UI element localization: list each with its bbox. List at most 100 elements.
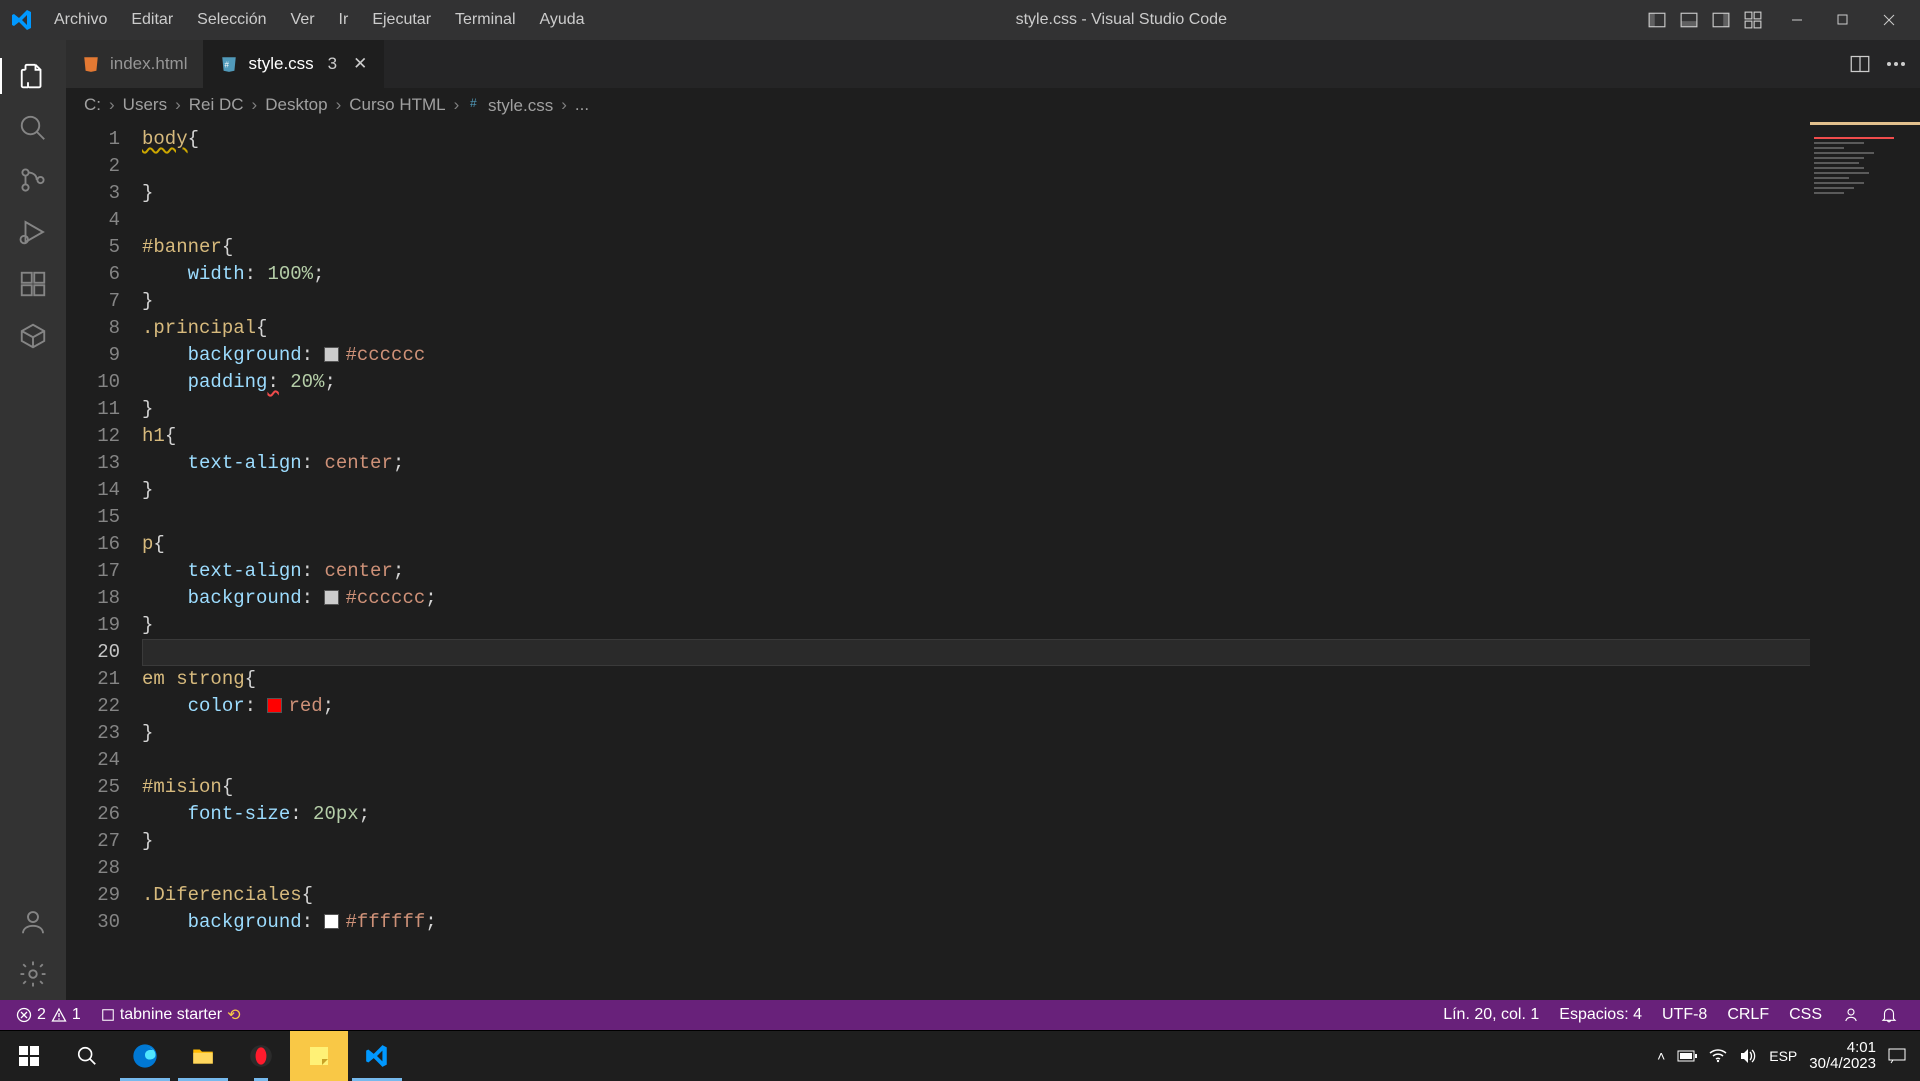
status-language[interactable]: CSS xyxy=(1779,1006,1832,1024)
taskbar-opera-icon[interactable] xyxy=(232,1031,290,1081)
code-line[interactable] xyxy=(142,207,1920,234)
code-line[interactable] xyxy=(142,855,1920,882)
breadcrumb-segment[interactable]: ... xyxy=(575,95,589,115)
split-editor-icon[interactable] xyxy=(1850,54,1870,74)
code-line[interactable]: } xyxy=(142,180,1920,207)
taskbar-vscode-icon[interactable] xyxy=(348,1031,406,1081)
code-line[interactable]: } xyxy=(142,288,1920,315)
code-line[interactable]: text-align: center; xyxy=(142,450,1920,477)
status-eol[interactable]: CRLF xyxy=(1717,1006,1779,1024)
code-line[interactable] xyxy=(142,639,1920,666)
code-line[interactable]: background: #cccccc xyxy=(142,342,1920,369)
breadcrumb-segment[interactable]: Curso HTML xyxy=(349,95,445,115)
code-line[interactable]: p{ xyxy=(142,531,1920,558)
code-line[interactable] xyxy=(142,747,1920,774)
code-line[interactable]: color: red; xyxy=(142,693,1920,720)
breadcrumb-segment[interactable]: # style.css xyxy=(467,95,553,116)
tray-battery-icon[interactable] xyxy=(1677,1050,1697,1062)
minimize-button[interactable] xyxy=(1774,0,1820,40)
tray-action-center-icon[interactable] xyxy=(1888,1048,1906,1064)
code-line[interactable]: .principal{ xyxy=(142,315,1920,342)
code-line[interactable]: padding: 20%; xyxy=(142,369,1920,396)
code-content[interactable]: body{ } #banner{ width: 100%;}.principal… xyxy=(142,122,1920,1000)
taskbar-edge-icon[interactable] xyxy=(116,1031,174,1081)
run-debug-icon[interactable] xyxy=(13,206,53,258)
breadcrumb-segment[interactable]: Desktop xyxy=(265,95,327,115)
code-line[interactable]: } xyxy=(142,720,1920,747)
start-button[interactable] xyxy=(0,1031,58,1081)
toggle-secondary-sidebar-icon[interactable] xyxy=(1710,9,1732,31)
status-encoding[interactable]: UTF-8 xyxy=(1652,1006,1717,1024)
remote-explorer-icon[interactable] xyxy=(13,310,53,362)
css-file-icon: # xyxy=(220,55,238,73)
menu-ir[interactable]: Ir xyxy=(327,5,361,35)
code-line[interactable]: body{ xyxy=(142,126,1920,153)
menu-ayuda[interactable]: Ayuda xyxy=(528,5,597,35)
code-line[interactable]: width: 100%; xyxy=(142,261,1920,288)
status-feedback-icon[interactable] xyxy=(1832,1006,1870,1024)
code-line[interactable]: #mision{ xyxy=(142,774,1920,801)
tray-volume-icon[interactable] xyxy=(1739,1048,1757,1064)
status-indentation[interactable]: Espacios: 4 xyxy=(1549,1006,1652,1024)
code-line[interactable]: text-align: center; xyxy=(142,558,1920,585)
settings-gear-icon[interactable] xyxy=(13,948,53,1000)
code-line[interactable]: } xyxy=(142,612,1920,639)
maximize-button[interactable] xyxy=(1820,0,1866,40)
code-line[interactable]: font-size: 20px; xyxy=(142,801,1920,828)
html-file-icon xyxy=(82,55,100,73)
warning-count: 1 xyxy=(72,1006,81,1024)
menu-editar[interactable]: Editar xyxy=(119,5,185,35)
tray-wifi-icon[interactable] xyxy=(1709,1049,1727,1063)
search-icon[interactable] xyxy=(13,102,53,154)
taskbar-sticky-notes-icon[interactable] xyxy=(290,1031,348,1081)
vscode-logo-icon xyxy=(8,6,36,34)
window-controls xyxy=(1774,0,1912,40)
svg-text:#: # xyxy=(470,96,477,110)
status-problems[interactable]: 2 1 xyxy=(6,1006,91,1024)
breadcrumb-segment[interactable]: Users xyxy=(123,95,167,115)
toggle-primary-sidebar-icon[interactable] xyxy=(1646,9,1668,31)
breadcrumb-segment[interactable]: C: xyxy=(84,95,101,115)
source-control-icon[interactable] xyxy=(13,154,53,206)
code-line[interactable] xyxy=(142,153,1920,180)
accounts-icon[interactable] xyxy=(13,896,53,948)
code-line[interactable]: em strong{ xyxy=(142,666,1920,693)
toggle-panel-icon[interactable] xyxy=(1678,9,1700,31)
menu-archivo[interactable]: Archivo xyxy=(42,5,119,35)
tray-show-hidden-icon[interactable]: ˄ xyxy=(1657,1048,1665,1064)
code-line[interactable] xyxy=(142,504,1920,531)
more-actions-icon[interactable] xyxy=(1886,61,1906,67)
breadcrumb[interactable]: C:›Users›Rei DC›Desktop›Curso HTML›# sty… xyxy=(66,88,1920,122)
status-tabnine[interactable]: tabnine starter ⟲ xyxy=(91,1005,251,1025)
code-line[interactable]: h1{ xyxy=(142,423,1920,450)
menu-bar: ArchivoEditarSelecciónVerIrEjecutarTermi… xyxy=(42,5,597,35)
tab-style-css[interactable]: #style.css3✕ xyxy=(204,40,384,88)
code-line[interactable]: } xyxy=(142,396,1920,423)
status-notifications-icon[interactable] xyxy=(1870,1006,1908,1024)
tray-clock[interactable]: 4:01 30/4/2023 xyxy=(1809,1040,1876,1072)
close-tab-icon[interactable]: ✕ xyxy=(353,54,367,74)
code-line[interactable]: #banner{ xyxy=(142,234,1920,261)
breadcrumb-segment[interactable]: Rei DC xyxy=(189,95,244,115)
minimap[interactable] xyxy=(1810,122,1920,1000)
customize-layout-icon[interactable] xyxy=(1742,9,1764,31)
editor-layout-controls xyxy=(1646,9,1764,31)
close-button[interactable] xyxy=(1866,0,1912,40)
taskbar-file-explorer-icon[interactable] xyxy=(174,1031,232,1081)
tray-input-language[interactable]: ESP xyxy=(1769,1048,1797,1064)
status-cursor-position[interactable]: Lín. 20, col. 1 xyxy=(1433,1006,1549,1024)
tab-index-html[interactable]: index.html xyxy=(66,40,204,88)
code-line[interactable]: background: #ffffff; xyxy=(142,909,1920,936)
explorer-icon[interactable] xyxy=(13,50,53,102)
code-line[interactable]: background: #cccccc; xyxy=(142,585,1920,612)
taskbar-search-icon[interactable] xyxy=(58,1031,116,1081)
menu-terminal[interactable]: Terminal xyxy=(443,5,527,35)
menu-ver[interactable]: Ver xyxy=(279,5,327,35)
code-line[interactable]: .Diferenciales{ xyxy=(142,882,1920,909)
code-line[interactable]: } xyxy=(142,477,1920,504)
code-line[interactable]: } xyxy=(142,828,1920,855)
editor[interactable]: 1234567891011121314151617181920212223242… xyxy=(66,122,1920,1000)
menu-ejecutar[interactable]: Ejecutar xyxy=(360,5,443,35)
extensions-icon[interactable] xyxy=(13,258,53,310)
menu-selección[interactable]: Selección xyxy=(185,5,278,35)
